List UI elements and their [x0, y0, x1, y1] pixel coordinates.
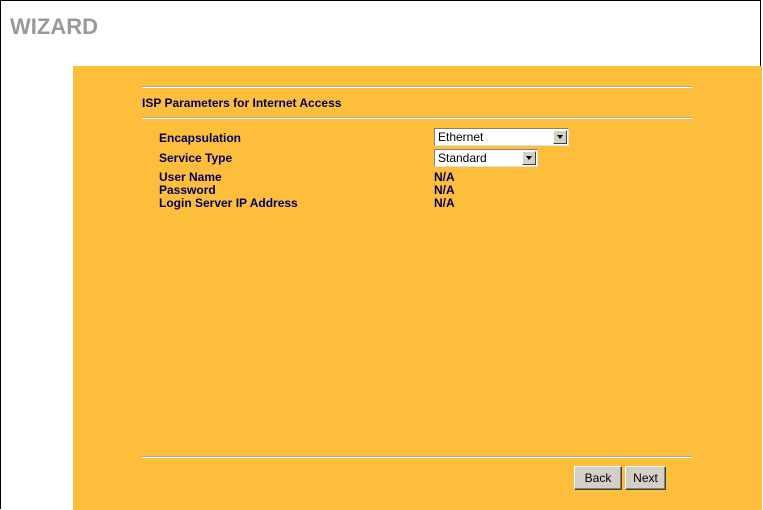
bottom-divider — [142, 456, 692, 458]
next-button[interactable]: Next — [625, 466, 666, 490]
encapsulation-value: Ethernet — [438, 130, 484, 144]
section-divider — [142, 117, 692, 119]
login-server-ip-value: N/A — [434, 196, 455, 210]
service-type-select[interactable]: Standard — [434, 149, 538, 167]
top-divider — [142, 86, 692, 88]
service-type-label: Service Type — [159, 151, 233, 165]
service-type-value: Standard — [438, 151, 487, 165]
back-button[interactable]: Back — [574, 466, 622, 490]
encapsulation-label: Encapsulation — [159, 131, 242, 145]
chevron-down-icon[interactable] — [522, 151, 536, 165]
chevron-down-icon[interactable] — [553, 130, 567, 144]
wizard-panel: ISP Parameters for Internet Access Encap… — [73, 66, 762, 510]
login-server-ip-label: Login Server IP Address — [159, 196, 298, 210]
encapsulation-select[interactable]: Ethernet — [434, 128, 569, 146]
section-title: ISP Parameters for Internet Access — [142, 96, 342, 110]
page-title: WIZARD — [10, 14, 98, 39]
